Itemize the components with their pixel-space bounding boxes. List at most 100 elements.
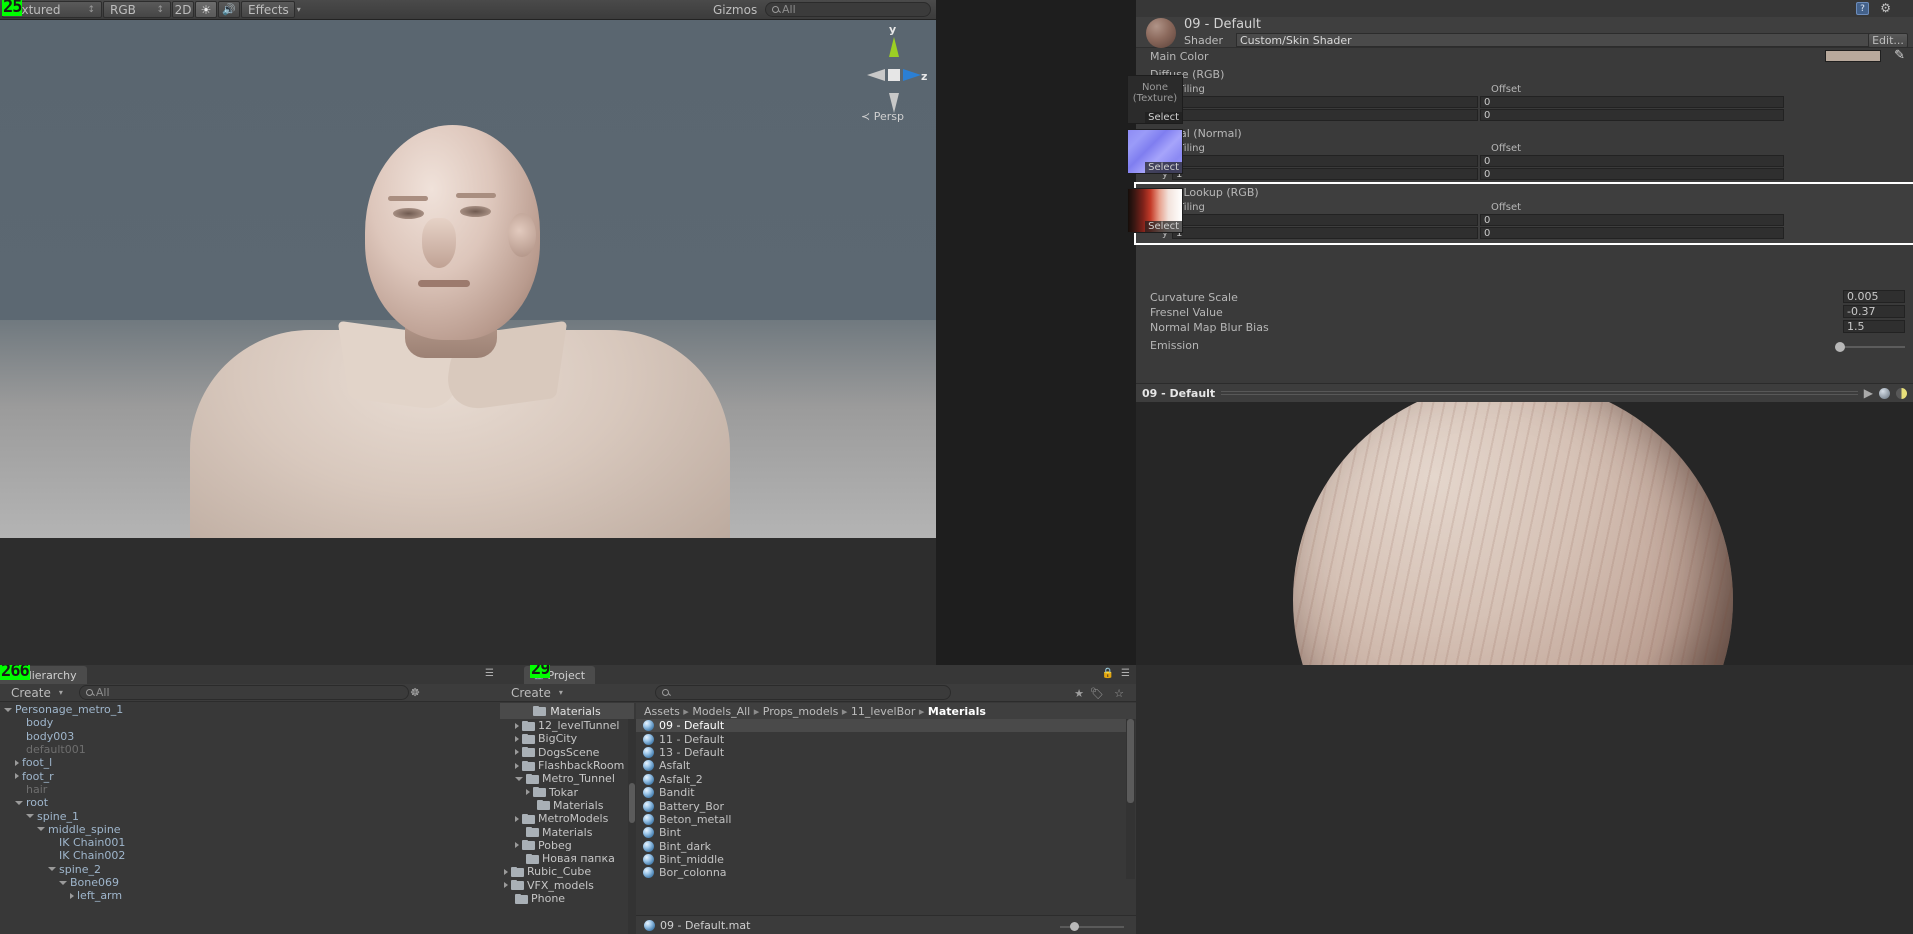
texture-select-button[interactable]: Select — [1145, 112, 1182, 123]
material-preview-viewport[interactable] — [1136, 402, 1913, 665]
texture-slot-brdf-lookup-rgb-[interactable]: Select — [1127, 188, 1183, 233]
project-folder-tree-header[interactable]: Materials — [500, 703, 634, 719]
inspector-help-icon[interactable]: ? — [1856, 2, 1869, 15]
hierarchy-item-root[interactable]: root — [0, 796, 500, 809]
project-asset-scroll-thumb[interactable] — [1127, 719, 1134, 803]
project-asset-list[interactable]: 09 - Default11 - Default13 - DefaultAsfa… — [636, 719, 1126, 879]
project-folder-materials[interactable]: Materials — [500, 799, 628, 812]
project-folder-phone[interactable]: Phone — [500, 892, 628, 905]
breadcrumb-item[interactable]: Props_models — [763, 705, 839, 718]
hierarchy-sort-icon[interactable]: ☸ — [410, 686, 420, 699]
breadcrumb-item[interactable]: 11_levelBor — [851, 705, 915, 718]
project-folder-pobeg[interactable]: Pobeg — [500, 839, 628, 852]
hierarchy-tree[interactable]: Personage_metro_1bodybody003default001fo… — [0, 703, 500, 934]
hierarchy-item-spine-2[interactable]: spine_2 — [0, 863, 500, 876]
texture-slot-normal-normal-[interactable]: Select — [1127, 129, 1183, 174]
project-folder-scrollbar[interactable] — [628, 719, 636, 934]
asset-item-bandit[interactable]: Bandit — [636, 786, 1126, 799]
tiling-y-input[interactable]: 1 — [1172, 168, 1478, 180]
scene-orientation-gizmo[interactable]: y z ≺ Persp — [855, 25, 933, 125]
hierarchy-item-foot-r[interactable]: foot_r — [0, 769, 500, 782]
asset-item-13-default[interactable]: 13 - Default — [636, 746, 1126, 759]
hierarchy-create-button[interactable]: Create — [4, 685, 70, 700]
scene-search-input[interactable]: All — [765, 2, 931, 17]
project-folder-bigcity[interactable]: BigCity — [500, 732, 628, 745]
offset-x-input[interactable]: 0 — [1480, 214, 1784, 226]
texture-select-button[interactable]: Select — [1145, 221, 1182, 232]
inspector-gear-icon[interactable]: ⚙ — [1880, 2, 1891, 14]
gizmos-dropdown[interactable]: Gizmos — [706, 1, 764, 18]
offset-x-input[interactable]: 0 — [1480, 96, 1784, 108]
project-folder-metro-tunnel[interactable]: Metro_Tunnel — [500, 772, 628, 785]
hierarchy-item-personage-metro-1[interactable]: Personage_metro_1 — [0, 703, 500, 716]
project-star-icon[interactable]: ☆ — [1114, 687, 1124, 700]
project-folder-новая-папка[interactable]: Новая папка — [500, 852, 628, 865]
project-folder-scroll-thumb[interactable] — [629, 783, 635, 823]
project-search-input[interactable] — [655, 685, 951, 700]
character-model[interactable] — [150, 80, 790, 538]
project-folder-metromodels[interactable]: MetroModels — [500, 812, 628, 825]
offset-y-input[interactable]: 0 — [1480, 227, 1784, 239]
emission-slider-handle[interactable] — [1835, 342, 1845, 352]
project-folder-materials[interactable]: Materials — [500, 825, 628, 838]
project-folder-tree[interactable]: 12_levelTunnelBigCityDogsSceneFlashbackR… — [500, 719, 628, 934]
asset-size-slider[interactable] — [1060, 921, 1124, 933]
hierarchy-item-left-arm[interactable]: left_arm — [0, 889, 500, 902]
hierarchy-options-icon[interactable]: ☰ — [485, 668, 494, 679]
project-folder-flashbackroom[interactable]: FlashbackRoom — [500, 759, 628, 772]
tiling-x-input[interactable]: 1 — [1172, 214, 1478, 226]
asset-item-battery-bor[interactable]: Battery_Bor — [636, 799, 1126, 812]
breadcrumb-item[interactable]: Models_All — [692, 705, 750, 718]
preview-sphere-icon[interactable] — [1879, 388, 1890, 399]
property-value-input[interactable]: -0.37 — [1843, 305, 1905, 318]
hierarchy-item-hair[interactable]: hair — [0, 783, 500, 796]
project-folder-12-leveltunnel[interactable]: 12_levelTunnel — [500, 719, 628, 732]
asset-size-slider-handle[interactable] — [1070, 922, 1079, 931]
color-mode-dropdown[interactable]: RGB — [103, 1, 171, 18]
texture-select-button[interactable]: Select — [1145, 162, 1182, 173]
hierarchy-item-bone069[interactable]: Bone069 — [0, 876, 500, 889]
asset-item-bor-colonna[interactable]: Bor_colonna — [636, 866, 1126, 879]
project-lock-icon[interactable]: 🔒 — [1102, 668, 1114, 679]
breadcrumb-item[interactable]: Materials — [928, 705, 986, 718]
project-asset-scrollbar[interactable] — [1126, 719, 1135, 879]
offset-y-input[interactable]: 0 — [1480, 109, 1784, 121]
hierarchy-item-foot-l[interactable]: foot_l — [0, 756, 500, 769]
property-value-input[interactable]: 1.5 — [1843, 320, 1905, 333]
play-icon[interactable]: ▶ — [1864, 386, 1873, 400]
breadcrumb-item[interactable]: Assets — [644, 705, 680, 718]
project-options-icon[interactable]: ☰ — [1121, 668, 1130, 679]
project-favorite-icon[interactable]: ★ — [1074, 687, 1084, 700]
projection-label[interactable]: ≺ Persp — [861, 110, 904, 123]
property-value-input[interactable]: 0.005 — [1843, 290, 1905, 303]
emission-slider[interactable] — [1835, 341, 1905, 352]
scene-audio-toggle[interactable]: 🔊 — [218, 1, 240, 18]
scene-view-viewport[interactable]: y z ≺ Persp — [0, 20, 936, 538]
offset-x-input[interactable]: 0 — [1480, 155, 1784, 167]
shader-dropdown[interactable]: Custom/Skin Shader ▾ — [1236, 33, 1879, 47]
toggle-2d-button[interactable]: 2D — [172, 1, 194, 18]
tiling-x-input[interactable]: 1 — [1172, 96, 1478, 108]
project-label-icon[interactable]: 🏷 — [1090, 687, 1104, 700]
tiling-x-input[interactable]: 1 — [1172, 155, 1478, 167]
offset-y-input[interactable]: 0 — [1480, 168, 1784, 180]
main-color-swatch[interactable] — [1825, 50, 1881, 62]
project-folder-dogsscene[interactable]: DogsScene — [500, 746, 628, 759]
hierarchy-search-input[interactable]: All — [79, 685, 409, 700]
asset-item-bint[interactable]: Bint — [636, 826, 1126, 839]
tiling-y-input[interactable]: 1 — [1172, 109, 1478, 121]
eyedropper-icon[interactable]: ✎ — [1894, 49, 1905, 62]
asset-item-bint-dark[interactable]: Bint_dark — [636, 840, 1126, 853]
hierarchy-item-body003[interactable]: body003 — [0, 730, 500, 743]
hierarchy-item-ik-chain001[interactable]: IK Chain001 — [0, 836, 500, 849]
texture-slot-diffuse-rgb-[interactable]: None(Texture)Select — [1127, 75, 1183, 124]
asset-item-asfalt-2[interactable]: Asfalt_2 — [636, 773, 1126, 786]
asset-item-asfalt[interactable]: Asfalt — [636, 759, 1126, 772]
asset-item-beton-metall[interactable]: Beton_metall — [636, 813, 1126, 826]
project-create-button[interactable]: Create — [504, 685, 570, 700]
project-breadcrumb[interactable]: Assets ▸ Models_All ▸ Props_models ▸ 11_… — [636, 703, 1136, 719]
preview-lighting-icon[interactable] — [1896, 388, 1907, 399]
hierarchy-item-middle-spine[interactable]: middle_spine — [0, 823, 500, 836]
scene-lighting-toggle[interactable]: ☀ — [195, 1, 217, 18]
hierarchy-item-body[interactable]: body — [0, 716, 500, 729]
